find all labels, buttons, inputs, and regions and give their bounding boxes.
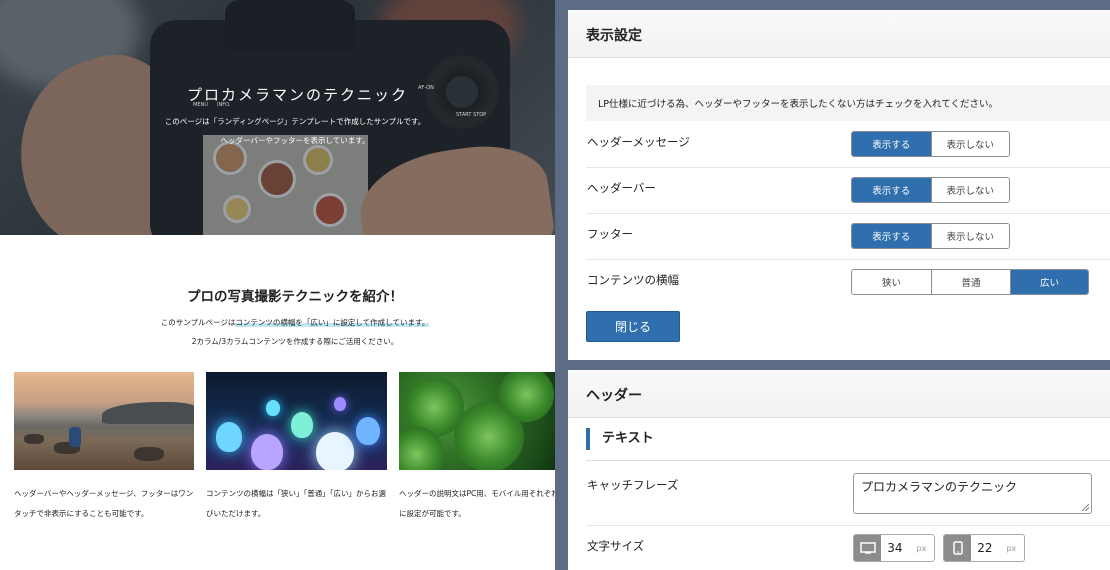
pc-font-size-field[interactable]: 34 px bbox=[853, 534, 935, 562]
desktop-icon bbox=[854, 535, 882, 561]
light-egg bbox=[251, 434, 283, 470]
headland bbox=[102, 402, 194, 424]
panel-title: 表示設定 bbox=[568, 10, 1110, 58]
header-settings-panel: ヘッダー テキスト キャッチフレーズ プロカメラマンのテクニック 文字サイズ 3… bbox=[568, 370, 1110, 570]
divider bbox=[586, 167, 1110, 168]
option-wide[interactable]: 広い bbox=[1010, 270, 1088, 294]
section-title: テキスト bbox=[586, 428, 654, 450]
resize-handle-icon[interactable] bbox=[1082, 504, 1089, 511]
intro-title: プロの写真撮影テクニックを紹介！ bbox=[187, 289, 403, 305]
column-text: コンテンツの横幅は「狭い」「普通」「広い」からお選びいただけます。 bbox=[206, 489, 386, 518]
option-show[interactable]: 表示する bbox=[852, 224, 931, 248]
option-show[interactable]: 表示する bbox=[852, 132, 931, 156]
intro-line: 2カラム/3カラムコンテンツを作成する際にご活用ください。 bbox=[191, 337, 399, 346]
close-button[interactable]: 閉じる bbox=[586, 311, 680, 342]
tree-top bbox=[499, 372, 554, 422]
option-hide[interactable]: 表示しない bbox=[930, 132, 1009, 156]
mobile-font-size-value[interactable]: 22 bbox=[971, 535, 1006, 561]
divider bbox=[586, 460, 1110, 461]
option-hide[interactable]: 表示しない bbox=[930, 224, 1009, 248]
setting-label-content-width: コンテンツの横幅 bbox=[587, 273, 679, 287]
unit-label: px bbox=[916, 543, 927, 553]
rock bbox=[134, 447, 164, 461]
footer-toggle: 表示する 表示しない bbox=[851, 223, 1010, 249]
divider bbox=[586, 213, 1110, 214]
column-text: ヘッダーの説明文はPC用、モバイル用それぞれに設定が可能です。 bbox=[399, 489, 555, 518]
rock bbox=[24, 434, 44, 444]
option-narrow[interactable]: 狭い bbox=[852, 270, 931, 294]
divider bbox=[586, 259, 1110, 260]
column-text: ヘッダーバーやヘッダーメッセージ、フッターはワンタッチで非表示にすることも可能で… bbox=[14, 489, 194, 518]
setting-label-header-message: ヘッダーメッセージ bbox=[587, 135, 690, 149]
intro-line: このサンプルページはコンテンツの横幅を「広い」に設定して作成しています。 bbox=[0, 317, 555, 328]
column-image-forest bbox=[399, 372, 555, 470]
pc-font-size-value[interactable]: 34 bbox=[881, 535, 916, 561]
light-egg bbox=[291, 412, 313, 438]
settings-notice: LP仕様に近づける為、ヘッダーやフッターを表示したくない方はチェックを入れてくだ… bbox=[586, 85, 1110, 121]
light-egg bbox=[356, 417, 380, 445]
setting-label-footer: フッター bbox=[587, 227, 633, 241]
setting-label-header-bar: ヘッダーバー bbox=[587, 181, 656, 195]
catchphrase-textarea[interactable]: プロカメラマンのテクニック bbox=[853, 473, 1092, 514]
display-settings-panel: 表示設定 LP仕様に近づける為、ヘッダーやフッターを表示したくない方はチェックを… bbox=[568, 10, 1110, 360]
header-message-toggle: 表示する 表示しない bbox=[851, 131, 1010, 157]
mobile-font-size-field[interactable]: 22 px bbox=[943, 534, 1025, 562]
divider bbox=[586, 525, 1110, 526]
light-egg bbox=[316, 432, 354, 470]
unit-label: px bbox=[1006, 543, 1017, 553]
option-show[interactable]: 表示する bbox=[852, 178, 931, 202]
hero-image: MENU INFO. AF-ON START STOP プロカメラマンのテクニッ… bbox=[0, 0, 555, 235]
hero-subtitle: このページは「ランディングページ」テンプレートで作成したサンプルです。 bbox=[164, 117, 426, 126]
light-egg bbox=[266, 400, 280, 416]
option-hide[interactable]: 表示しない bbox=[930, 178, 1009, 202]
hero-subtitle: ヘッダーバーやフッターを表示しています。 bbox=[220, 136, 370, 145]
column-image-beach bbox=[14, 372, 194, 470]
light-egg bbox=[334, 397, 346, 411]
photographer bbox=[69, 427, 81, 447]
intro-text: このサンプルページは bbox=[160, 318, 236, 327]
content-width-selector: 狭い 普通 広い bbox=[851, 269, 1089, 295]
header-bar-toggle: 表示する 表示しない bbox=[851, 177, 1010, 203]
mobile-icon bbox=[944, 535, 972, 561]
catchphrase-value: プロカメラマンのテクニック bbox=[861, 480, 1018, 494]
option-normal[interactable]: 普通 bbox=[931, 270, 1010, 294]
lp-preview: MENU INFO. AF-ON START STOP プロカメラマンのテクニッ… bbox=[0, 0, 555, 570]
font-size-label: 文字サイズ bbox=[587, 539, 645, 553]
intro-highlight: コンテンツの横幅を「広い」に設定して作成しています。 bbox=[235, 318, 430, 327]
panel-title: ヘッダー bbox=[568, 370, 1110, 418]
hero-title: プロカメラマンのテクニック bbox=[186, 86, 408, 104]
light-egg bbox=[216, 422, 242, 452]
column-image-lights bbox=[206, 372, 387, 470]
catchphrase-label: キャッチフレーズ bbox=[587, 478, 679, 492]
